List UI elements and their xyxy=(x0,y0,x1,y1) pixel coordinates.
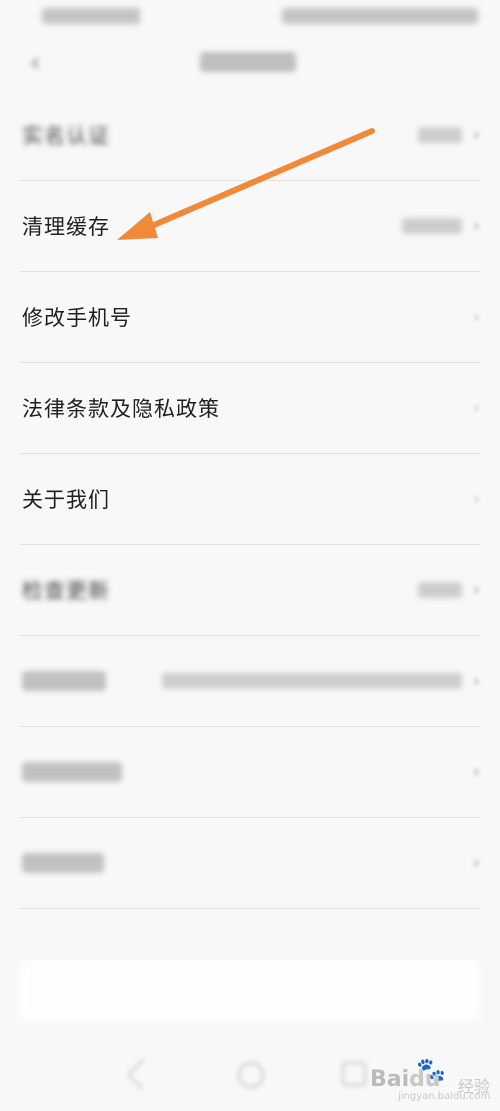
settings-item-blurred-1[interactable]: › xyxy=(20,636,480,727)
status-bar-carrier xyxy=(42,8,140,24)
nav-back-icon[interactable] xyxy=(126,1057,160,1091)
status-bar-indicators xyxy=(282,8,478,24)
chevron-right-icon: › xyxy=(472,488,480,510)
settings-item-check-update[interactable]: 检查更新 › xyxy=(20,545,480,636)
settings-item-about-us[interactable]: 关于我们 › xyxy=(20,454,480,545)
watermark-brand: Baidu xyxy=(370,1067,441,1092)
nav-recent-icon[interactable] xyxy=(342,1062,366,1086)
title-bar: ‹ xyxy=(0,36,500,90)
chevron-right-icon: › xyxy=(472,124,480,146)
chevron-right-icon: › xyxy=(472,306,480,328)
settings-item-value xyxy=(162,673,462,689)
settings-item-value xyxy=(418,127,462,143)
settings-item-change-phone[interactable]: 修改手机号 › xyxy=(20,272,480,363)
chevron-right-icon: › xyxy=(472,397,480,419)
chevron-right-icon: › xyxy=(472,761,480,783)
watermark-url: jingyan.baidu.com xyxy=(398,1091,491,1102)
settings-item-label xyxy=(22,671,106,691)
chevron-left-icon[interactable]: ‹ xyxy=(30,48,40,78)
settings-item-value xyxy=(402,218,462,234)
settings-item-label: 清理缓存 xyxy=(22,215,110,239)
settings-item-blurred-2[interactable]: › xyxy=(20,727,480,818)
settings-item-label xyxy=(22,853,104,873)
watermark: 🐾 Baidu 经验 jingyan.baidu.com xyxy=(370,1057,490,1105)
settings-item-value xyxy=(418,582,462,598)
settings-item-clear-cache[interactable]: 清理缓存 › xyxy=(20,181,480,272)
logout-button[interactable] xyxy=(20,960,480,1020)
chevron-right-icon: › xyxy=(472,579,480,601)
settings-item-label xyxy=(22,762,122,782)
settings-item-label: 关于我们 xyxy=(22,488,110,512)
settings-item-label: 法律条款及隐私政策 xyxy=(22,397,220,421)
chevron-right-icon: › xyxy=(472,670,480,692)
settings-item-legal-privacy[interactable]: 法律条款及隐私政策 › xyxy=(20,363,480,454)
settings-item-label: 实名认证 xyxy=(22,124,110,148)
settings-item-label: 检查更新 xyxy=(22,579,110,603)
settings-list: 实名认证 › 清理缓存 › 修改手机号 › 法律条款及隐私政策 › 关于我们 ›… xyxy=(0,90,500,909)
page-title xyxy=(200,52,296,72)
settings-item-blurred-3[interactable]: › xyxy=(20,818,480,909)
chevron-right-icon: › xyxy=(472,852,480,874)
nav-home-icon[interactable] xyxy=(238,1062,264,1088)
chevron-right-icon: › xyxy=(472,215,480,237)
settings-item-real-name[interactable]: 实名认证 › xyxy=(20,90,480,181)
status-bar xyxy=(0,0,500,34)
settings-item-label: 修改手机号 xyxy=(22,306,132,330)
